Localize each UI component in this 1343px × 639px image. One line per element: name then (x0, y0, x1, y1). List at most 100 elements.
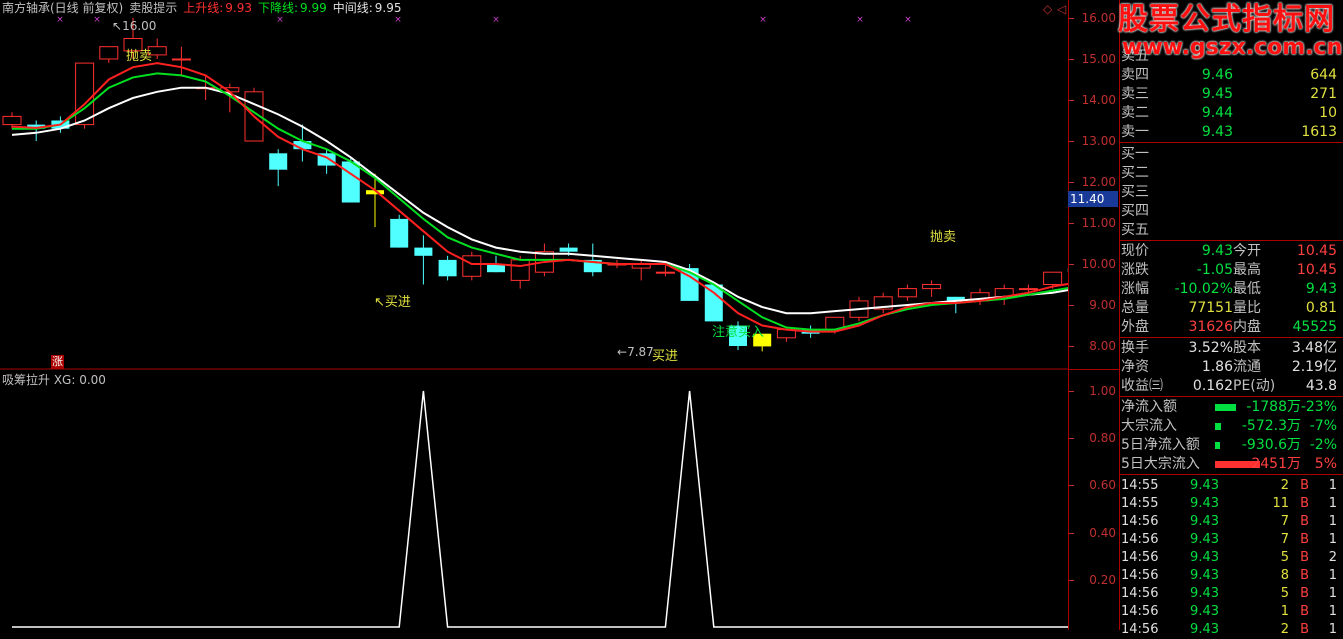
flow-percent: -7% (1310, 417, 1337, 436)
fundamental-row[interactable]: 收益㈢0.162PE(动)43.8 (1119, 377, 1343, 396)
tick-price: 9.43 (1190, 548, 1219, 567)
fundamental-label: 收益㈢ (1121, 377, 1163, 396)
indicator-tick: 0.80 (1089, 431, 1116, 445)
sell-level[interactable]: 卖三9.45271 (1119, 85, 1343, 104)
tick-count: 1 (1329, 566, 1337, 585)
tick-volume: 7 (1281, 530, 1289, 549)
fundamental-value: 3.48亿 (1292, 339, 1337, 358)
flow-percent: -23% (1301, 398, 1337, 417)
buy-level[interactable]: 买一 (1119, 145, 1343, 164)
quote-value: 77151 (1188, 299, 1233, 318)
tick-count: 1 (1329, 494, 1337, 513)
price-tick: 8.00 (1089, 339, 1116, 353)
sell-level-volume: 644 (1310, 66, 1337, 85)
low-annotation: ←7.87 (617, 345, 654, 359)
tick-mark (1069, 223, 1074, 224)
tick-row[interactable]: 14:569.435B1 (1119, 584, 1343, 603)
sell-signal-2: 抛卖 (930, 226, 956, 245)
buy-level[interactable]: 买五 (1119, 221, 1343, 240)
tick-volume: 2 (1281, 476, 1289, 495)
price-tick: 15.00 (1082, 52, 1116, 66)
sell-level[interactable]: 卖二9.4410 (1119, 104, 1343, 123)
flow-row[interactable]: 净流入额-1788万-23% (1119, 398, 1343, 417)
chart-area[interactable]: ×××××××× 南方轴承(日线 前复权)卖股提示上升线:9.93下降线:9.9… (0, 0, 1068, 630)
tick-time: 14:56 (1121, 602, 1158, 621)
price-tick: 11.00 (1082, 216, 1116, 230)
quote-row[interactable]: 涨幅-10.02%最低9.43 (1119, 280, 1343, 299)
sell-level-label: 卖三 (1121, 85, 1149, 104)
tick-mark (1069, 100, 1074, 101)
flow-row[interactable]: 5日净流入额-930.6万-2% (1119, 436, 1343, 455)
buy-level-label: 买五 (1121, 221, 1149, 240)
tick-row[interactable]: 14:569.437B1 (1119, 530, 1343, 549)
sell-level-label: 卖一 (1121, 123, 1149, 142)
up-line-value: 9.93 (225, 1, 252, 15)
price-axis: ◇ ◁ 16.0015.0014.0013.0012.0011.0010.009… (1068, 0, 1120, 630)
tick-row[interactable]: 14:569.438B1 (1119, 566, 1343, 585)
chevron-left-icon[interactable]: ◁ (1057, 2, 1066, 16)
tick-volume: 7 (1281, 512, 1289, 531)
quote-row[interactable]: 现价9.43今开10.45 (1119, 242, 1343, 261)
flow-percent: 5% (1315, 455, 1337, 474)
panel-separator (1119, 337, 1343, 338)
buy-level[interactable]: 买二 (1119, 164, 1343, 183)
flow-bar (1215, 423, 1221, 430)
fundamental-row[interactable]: 净资1.86流通2.19亿 (1119, 358, 1343, 377)
tick-row[interactable]: 14:569.435B2 (1119, 548, 1343, 567)
buy-signal-1: ↖买进 (374, 291, 411, 310)
fundamental-value: 1.86 (1202, 358, 1233, 377)
tick-count: 1 (1329, 476, 1337, 495)
price-tick: 9.00 (1089, 298, 1116, 312)
sell-level-price: 9.43 (1202, 123, 1233, 142)
sell-level-price: 9.44 (1202, 104, 1233, 123)
sell-level-volume: 10 (1319, 104, 1337, 123)
axis-divider (1069, 369, 1119, 370)
flow-label: 5日净流入额 (1121, 436, 1200, 455)
panel-separator (1119, 142, 1343, 143)
sell-signal-1: 抛卖 (126, 45, 152, 64)
quote-label: 外盘 (1121, 318, 1149, 337)
quote-value: 9.43 (1306, 280, 1337, 299)
diamond-icon[interactable]: ◇ (1043, 2, 1052, 16)
tick-mark (1069, 438, 1074, 439)
fundamental-value: 0.162 (1193, 377, 1233, 396)
tick-count: 1 (1329, 602, 1337, 621)
sell-level-label: 卖四 (1121, 66, 1149, 85)
tick-volume: 8 (1281, 566, 1289, 585)
indicator-name: 卖股提示 (129, 1, 177, 15)
tick-mark (1069, 580, 1074, 581)
buy-signal-2: 买进 (652, 345, 678, 364)
tick-row[interactable]: 14:559.432B1 (1119, 476, 1343, 495)
tick-price: 9.43 (1190, 476, 1219, 495)
down-line-value: 9.99 (300, 1, 327, 15)
indicator-chart[interactable] (0, 0, 1068, 630)
quote-row[interactable]: 总量77151量比0.81 (1119, 299, 1343, 318)
quote-row[interactable]: 外盘31626内盘45525 (1119, 318, 1343, 337)
tick-row[interactable]: 14:559.4311B1 (1119, 494, 1343, 513)
quote-row[interactable]: 涨跌-1.05最高10.45 (1119, 261, 1343, 280)
quote-label: 总量 (1121, 299, 1149, 318)
price-tick: 16.00 (1082, 11, 1116, 25)
fundamental-row[interactable]: 换手3.52%股本3.48亿 (1119, 339, 1343, 358)
high-label: 16.00 (122, 19, 156, 33)
flow-bar (1215, 442, 1220, 449)
flow-row[interactable]: 5日大宗流入2451万5% (1119, 455, 1343, 474)
flow-row[interactable]: 大宗流入-572.3万-7% (1119, 417, 1343, 436)
panel-separator (1119, 396, 1343, 397)
indicator-line (12, 391, 1068, 627)
tick-price: 9.43 (1190, 602, 1219, 621)
chart-header: 南方轴承(日线 前复权)卖股提示上升线:9.93下降线:9.99中间线:9.95 (2, 0, 408, 16)
panel-border (1119, 0, 1120, 630)
buy-level[interactable]: 买四 (1119, 202, 1343, 221)
buy-level[interactable]: 买三 (1119, 183, 1343, 202)
tick-row[interactable]: 14:569.437B1 (1119, 512, 1343, 531)
tick-row[interactable]: 14:569.431B1 (1119, 602, 1343, 621)
tick-price: 9.43 (1190, 530, 1219, 549)
fundamental-value: 2.19亿 (1292, 358, 1337, 377)
sell-level[interactable]: 卖四9.46644 (1119, 66, 1343, 85)
down-line-label: 下降线: (258, 1, 298, 15)
price-tick: 12.00 (1082, 175, 1116, 189)
price-tick: 13.00 (1082, 134, 1116, 148)
sell-level[interactable]: 卖一9.431613 (1119, 123, 1343, 142)
attention-signal: 注意买入 (712, 321, 764, 340)
